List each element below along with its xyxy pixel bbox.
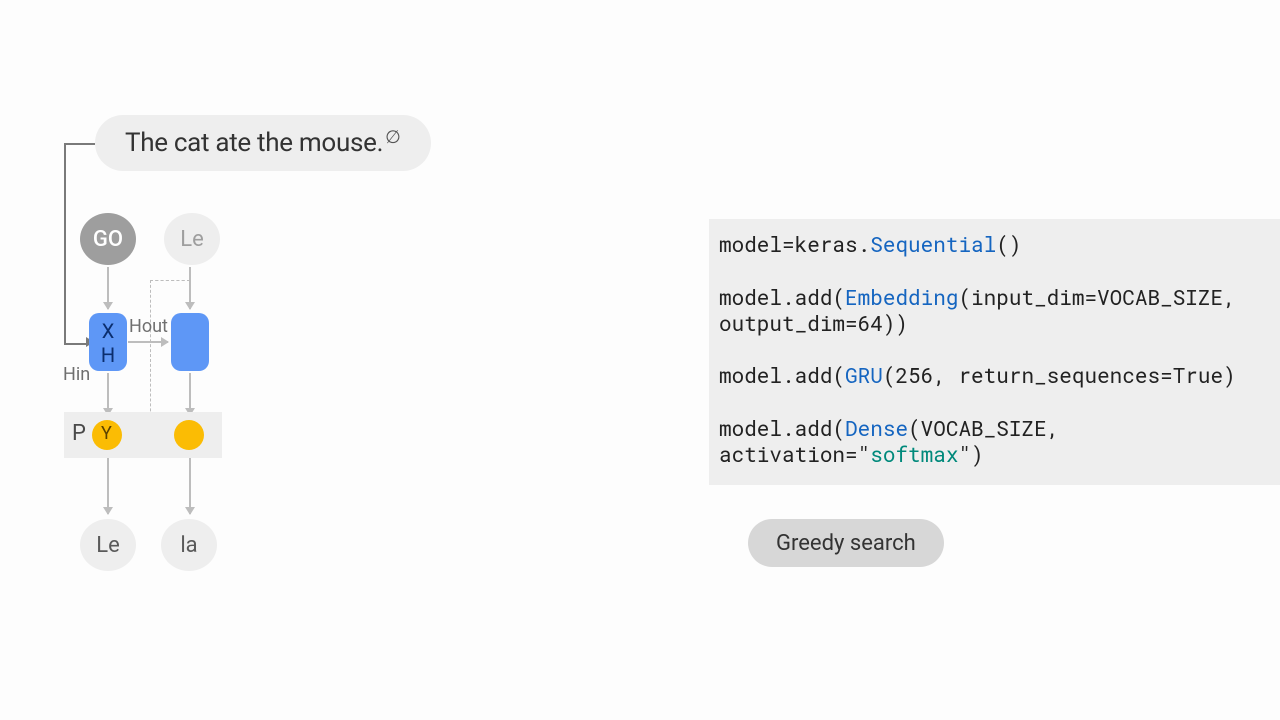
- y-label: Y: [101, 423, 112, 444]
- p-label: P: [72, 421, 86, 446]
- token-le-input-label: Le: [180, 227, 204, 252]
- token-go: GO: [80, 213, 136, 265]
- arrow-cell1-to-y: [107, 373, 109, 415]
- arrow-y2-to-out: [189, 458, 191, 514]
- output-token-la: la: [161, 519, 217, 571]
- eos-icon: ∅: [385, 127, 400, 148]
- input-sentence-pill: The cat ate the mouse. ∅: [95, 115, 431, 171]
- arrow-y1-to-out: [107, 458, 109, 514]
- output-node-y2: [174, 420, 204, 450]
- arrow-hidden-state: [128, 341, 168, 343]
- output-token-le: Le: [80, 519, 136, 571]
- cell-h-label: H: [89, 343, 127, 367]
- token-go-label: GO: [93, 227, 123, 252]
- arrow-go-to-cell: [107, 267, 109, 309]
- output-token-la-label: la: [180, 533, 197, 558]
- hin-label: Hin: [63, 364, 90, 385]
- input-sentence-text: The cat ate the mouse.: [125, 128, 383, 158]
- arrow-cell2-to-y: [189, 373, 191, 415]
- feedback-dashed-top: [150, 280, 190, 281]
- cell-x-label: X: [89, 319, 127, 343]
- output-token-le-label: Le: [96, 533, 120, 558]
- greedy-search-button[interactable]: Greedy search: [748, 519, 944, 567]
- rnn-cell-1: X H: [89, 313, 127, 371]
- token-le-input: Le: [164, 213, 220, 265]
- hout-label: Hout: [129, 316, 168, 337]
- code-block: model=keras.Sequential() model.add(Embed…: [709, 219, 1280, 485]
- rnn-cell-2: [171, 313, 209, 371]
- greedy-search-button-label: Greedy search: [776, 531, 916, 556]
